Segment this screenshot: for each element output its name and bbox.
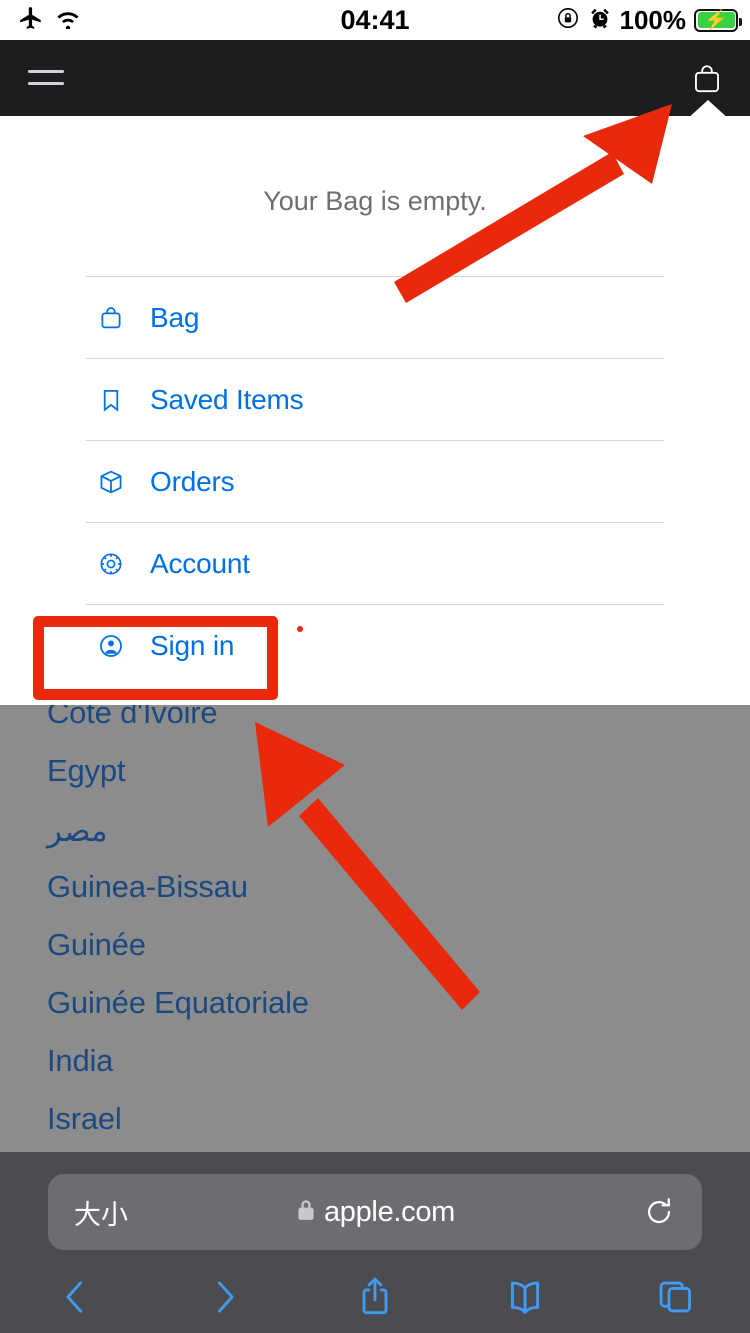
safari-toolbar xyxy=(0,1260,750,1333)
shopping-bag-icon[interactable] xyxy=(690,62,724,96)
tabs-button[interactable] xyxy=(600,1260,750,1333)
country-link[interactable]: Guinea-Bissau xyxy=(47,869,248,905)
country-link[interactable]: Guinée Equatoriale xyxy=(47,985,309,1021)
apple-global-nav xyxy=(0,40,750,116)
alarm-clock-icon xyxy=(588,6,612,35)
safari-bottom-bar: 大小 apple.com xyxy=(0,1152,750,1333)
country-link[interactable]: Côte d'Ivoire xyxy=(47,705,218,731)
bag-menu-item-label: Orders xyxy=(150,465,235,497)
bag-menu-item-orders[interactable]: Orders xyxy=(86,440,664,522)
bookmark-icon xyxy=(92,386,130,414)
share-button[interactable] xyxy=(300,1260,450,1333)
box-icon xyxy=(92,468,130,496)
bag-menu-item-bag[interactable]: Bag xyxy=(86,276,664,358)
safari-url-display: apple.com xyxy=(48,1196,702,1229)
bag-menu-item-label: Account xyxy=(150,547,250,579)
bag-menu-item-account[interactable]: Account xyxy=(86,522,664,604)
country-link[interactable]: Israel xyxy=(47,1101,122,1137)
country-link[interactable]: Guinée xyxy=(47,927,146,963)
rotation-lock-icon xyxy=(556,6,580,35)
bag-empty-message: Your Bag is empty. xyxy=(263,186,487,216)
forward-button[interactable] xyxy=(150,1260,300,1333)
battery-charging-icon: ⚡ xyxy=(694,8,742,32)
bag-menu-item-label: Bag xyxy=(150,301,200,333)
iphone-screen: 04:41 100% ⚡ Your Bag is empty. Bag Save… xyxy=(0,0,750,1333)
hamburger-menu-icon[interactable] xyxy=(28,62,64,92)
lock-icon xyxy=(295,1197,317,1228)
gear-icon xyxy=(92,550,130,578)
reload-icon[interactable] xyxy=(642,1195,676,1229)
bag-menu-item-label: Saved Items xyxy=(150,383,304,415)
bag-popover-pointer xyxy=(686,100,730,120)
sign-in-highlight-box xyxy=(33,616,278,700)
country-link[interactable]: Egypt xyxy=(47,753,125,789)
back-button[interactable] xyxy=(0,1260,150,1333)
battery-percent-label: 100% xyxy=(619,4,687,35)
dimmed-page-content: Côte d'Ivoire Egypt مصر Guinea-Bissau Gu… xyxy=(0,705,750,1152)
annotation-dot xyxy=(297,626,303,632)
country-link[interactable]: مصر xyxy=(47,813,108,849)
bag-icon xyxy=(92,304,130,332)
status-bar-right: 100% ⚡ xyxy=(556,0,742,40)
bookmarks-button[interactable] xyxy=(450,1260,600,1333)
status-bar: 04:41 100% ⚡ xyxy=(0,0,750,40)
bag-menu-item-saved-items[interactable]: Saved Items xyxy=(86,358,664,440)
safari-url-text: apple.com xyxy=(323,1195,456,1228)
status-bar-clock: 04:41 xyxy=(340,5,410,35)
country-link[interactable]: India xyxy=(47,1043,113,1079)
safari-url-bar[interactable]: 大小 apple.com xyxy=(48,1174,702,1250)
